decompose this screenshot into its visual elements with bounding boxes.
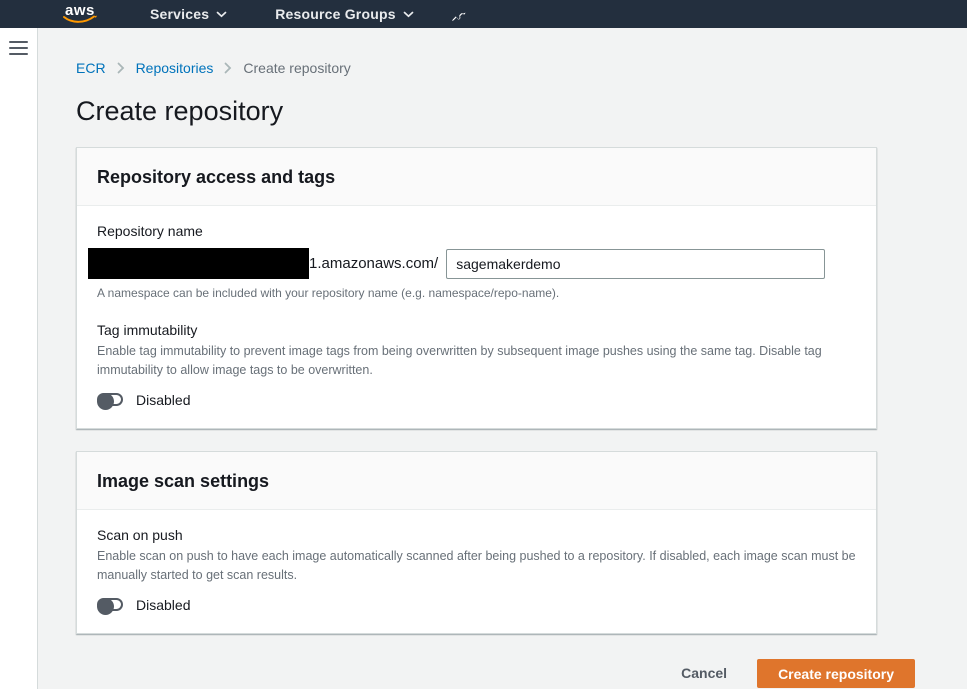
repository-name-label: Repository name: [97, 223, 856, 239]
pushpin-icon: [452, 7, 466, 22]
menu-hamburger-icon[interactable]: [9, 41, 28, 55]
chevron-right-icon: [117, 62, 125, 74]
chevron-down-icon: [403, 11, 414, 18]
aws-logo-text: aws: [65, 2, 95, 19]
aws-top-navigation-bar: aws Services Resource Groups: [0, 0, 967, 28]
form-actions: Cancel Create repository: [76, 659, 915, 688]
card-header: Image scan settings: [77, 452, 876, 510]
main-content-area: ECR Repositories Create repository Creat…: [38, 28, 967, 689]
tag-immutability-toggle-row: Disabled: [97, 392, 856, 408]
page-title: Create repository: [76, 95, 878, 127]
registry-url-suffix: 1.amazonaws.com/: [309, 255, 438, 272]
resource-groups-menu-label: Resource Groups: [275, 6, 395, 22]
card-title: Repository access and tags: [97, 167, 335, 187]
breadcrumb-current-page: Create repository: [243, 60, 350, 76]
repository-access-and-tags-card: Repository access and tags Repository na…: [76, 147, 877, 429]
cancel-button[interactable]: Cancel: [677, 659, 731, 687]
repository-name-input[interactable]: [446, 249, 825, 279]
image-scan-settings-card: Image scan settings Scan on push Enable …: [76, 451, 877, 634]
repository-name-helper-text: A namespace can be included with your re…: [97, 286, 856, 300]
scan-on-push-description: Enable scan on push to have each image a…: [97, 547, 856, 586]
resource-groups-menu[interactable]: Resource Groups: [275, 6, 413, 22]
services-menu-label: Services: [150, 6, 209, 22]
card-title: Image scan settings: [97, 471, 269, 491]
tag-immutability-label: Tag immutability: [97, 322, 856, 338]
services-menu[interactable]: Services: [150, 6, 227, 22]
tag-immutability-toggle[interactable]: [97, 393, 123, 406]
breadcrumb: ECR Repositories Create repository: [76, 60, 878, 76]
aws-logo[interactable]: aws: [58, 1, 102, 27]
pin-shortcuts-button[interactable]: [452, 7, 466, 22]
tag-immutability-description: Enable tag immutability to prevent image…: [97, 342, 856, 381]
breadcrumb-link-repositories[interactable]: Repositories: [136, 60, 214, 76]
card-header: Repository access and tags: [77, 148, 876, 206]
chevron-down-icon: [216, 11, 227, 18]
collapsed-side-navigation: [0, 28, 38, 689]
scan-on-push-toggle[interactable]: [97, 598, 123, 611]
repository-name-row: 1.amazonaws.com/: [97, 248, 856, 279]
chevron-right-icon: [224, 62, 232, 74]
create-repository-button[interactable]: Create repository: [757, 659, 915, 688]
card-body: Scan on push Enable scan on push to have…: [77, 510, 876, 633]
redacted-account-id-box: [88, 248, 309, 279]
scan-on-push-label: Scan on push: [97, 527, 856, 543]
scan-on-push-state: Disabled: [136, 597, 190, 613]
breadcrumb-link-ecr[interactable]: ECR: [76, 60, 106, 76]
tag-immutability-state: Disabled: [136, 392, 190, 408]
scan-on-push-toggle-row: Disabled: [97, 597, 856, 613]
toggle-knob: [97, 598, 114, 615]
toggle-knob: [97, 393, 114, 410]
card-body: Repository name 1.amazonaws.com/ A names…: [77, 206, 876, 428]
